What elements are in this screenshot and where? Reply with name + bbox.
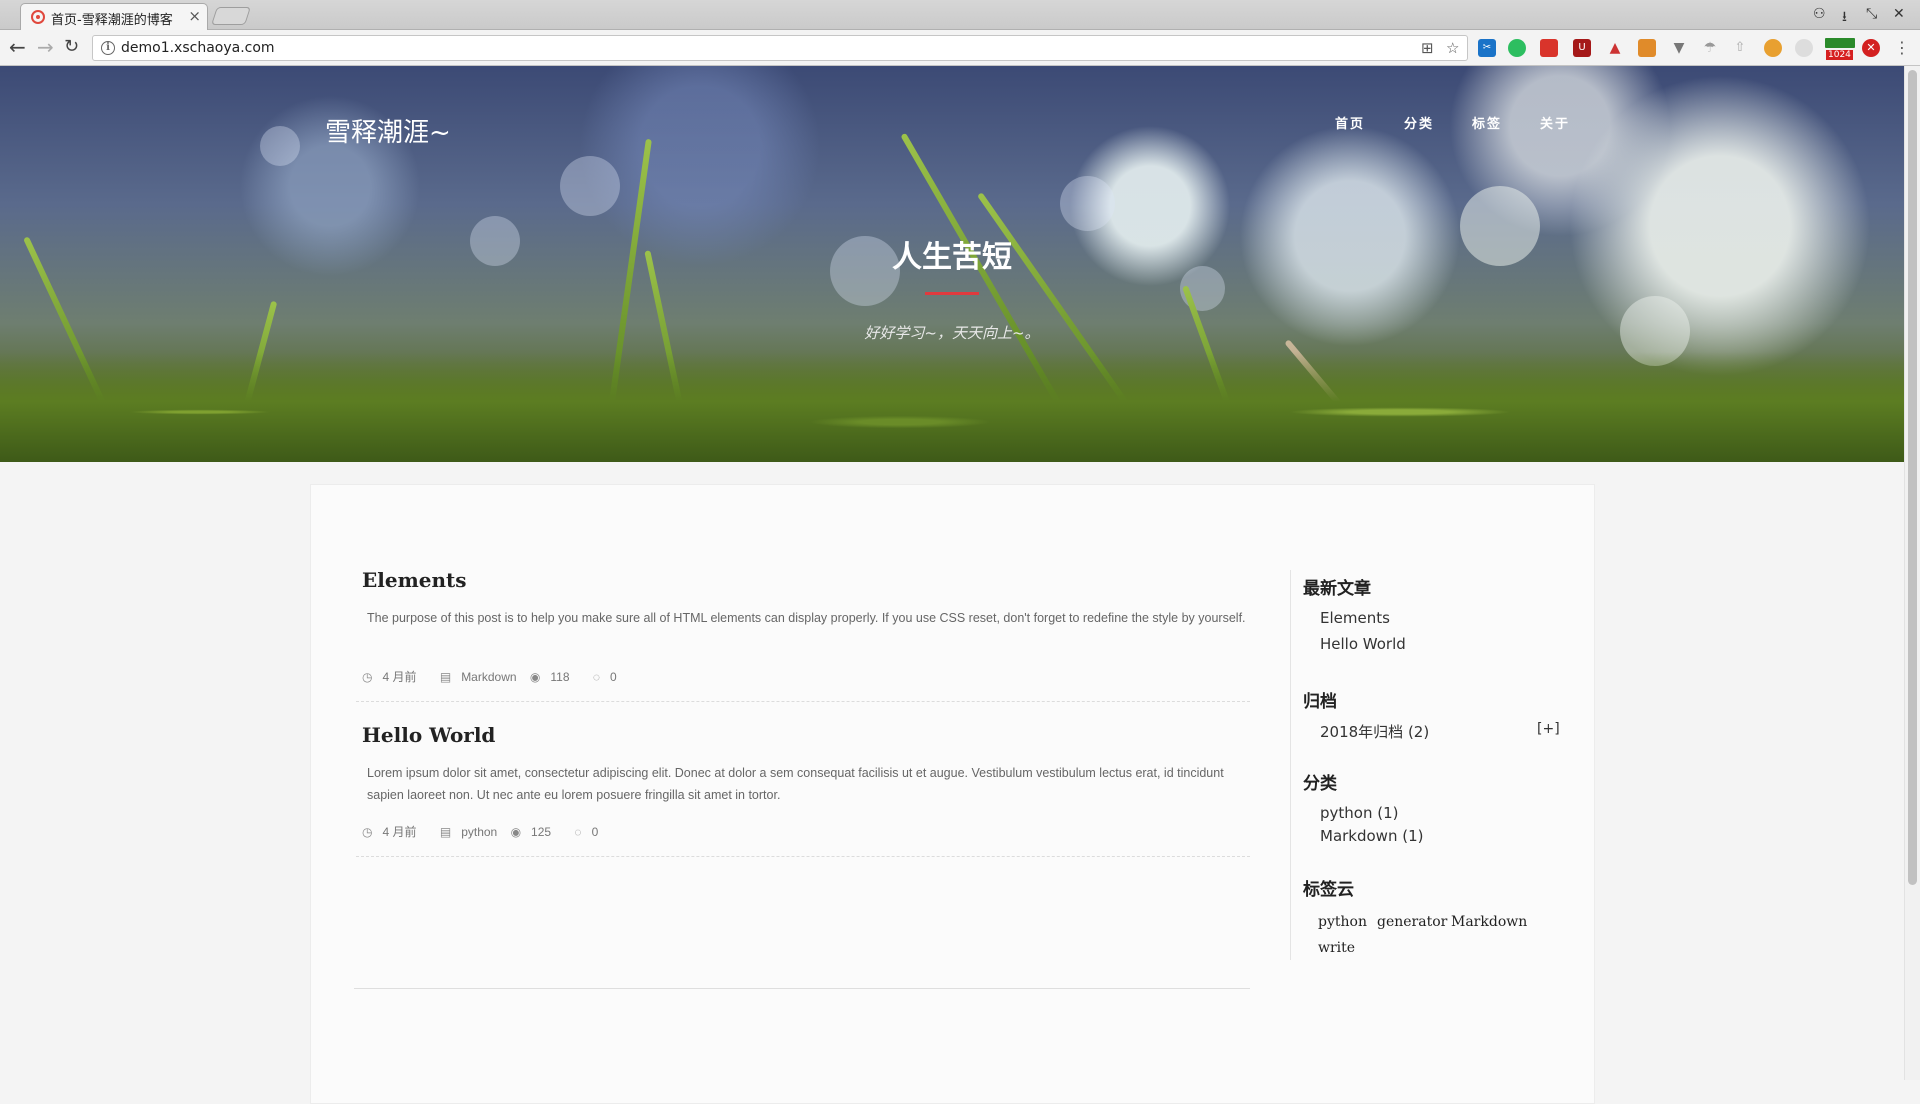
post-comments[interactable]: 0 [592,825,599,839]
reload-icon[interactable]: ↻ [64,36,79,58]
archive-title: 归档 [1303,692,1337,712]
post-date: 4 月前 [382,825,417,839]
post-meta: ◷ 4 月前 ▤ Markdown ◉ 118 ◌ 0 [362,668,637,685]
extension-cookie-icon[interactable] [1764,39,1782,57]
eye-icon: ◉ [510,825,522,839]
recent-post-link[interactable]: Elements [1320,609,1390,627]
categories-title: 分类 [1303,774,1337,794]
url-text: demo1.xschaoya.com [121,40,275,56]
extension-blocker-icon[interactable]: ✕ [1862,39,1880,57]
tab-close-icon[interactable]: × [188,7,201,25]
translate-icon[interactable]: ⊞ [1421,39,1434,57]
post-category[interactable]: Markdown [461,670,516,684]
minimize-icon[interactable]: ⭳ [1842,6,1847,30]
post-category[interactable]: python [461,825,497,839]
bokeh-light [1060,176,1115,231]
comment-icon: ◌ [592,670,600,684]
site-info-icon[interactable]: i [101,41,115,55]
nav-tags[interactable]: 标签 [1472,113,1502,132]
post-separator [356,856,1250,857]
bokeh-light [260,126,300,166]
browser-tab-strip: 首页-雪释潮涯的博客 × ⚇ ⭳ ⤡ ✕ [0,0,1920,30]
post-title[interactable]: Hello World [362,723,495,747]
post-views: 125 [531,825,552,839]
sidebar-divider [1290,570,1291,960]
forward-icon[interactable]: → [37,36,54,58]
hero-divider [925,292,979,295]
nav-home[interactable]: 首页 [1335,113,1365,132]
site-favicon-icon [31,10,45,24]
tag-link[interactable]: write [1318,940,1355,956]
hero-subtitle: 好好学习~，天天向上~。 [864,324,1040,342]
window-close-icon[interactable]: ✕ [1893,6,1905,22]
extension-xmind-icon[interactable]: ✂ [1478,39,1496,57]
nav-categories[interactable]: 分类 [1404,113,1434,132]
extension-counter-icon[interactable] [1825,38,1855,48]
extension-moon-icon[interactable] [1795,39,1813,57]
bokeh-light [560,156,620,216]
post-excerpt: The purpose of this post is to help you … [367,611,1246,625]
post-comments[interactable]: 0 [610,670,617,684]
recent-posts-title: 最新文章 [1303,579,1371,599]
clock-icon: ◷ [362,670,373,684]
tag-link[interactable]: Markdown [1451,914,1527,930]
archive-expand-toggle[interactable]: [+] [1537,721,1560,737]
bookmark-star-icon[interactable]: ☆ [1446,39,1459,57]
folder-icon: ▤ [439,670,452,684]
extension-notes-icon[interactable] [1638,39,1656,57]
new-tab-button[interactable] [211,7,251,25]
post-excerpt: Lorem ipsum dolor sit amet, consectetur … [367,766,1224,802]
extension-pocket-icon[interactable] [1540,39,1558,57]
post-views: 118 [550,670,570,684]
extension-evernote-icon[interactable] [1508,39,1526,57]
page-scrollbar-thumb[interactable] [1908,70,1917,885]
category-link[interactable]: Markdown (1) [1320,827,1423,845]
moss-ground [0,352,1904,462]
browser-toolbar: ← → ↻ i demo1.xschaoya.com ⊞ ☆ ✂ U ▲ ▼ ☂… [0,30,1920,66]
extension-badge: 1024 [1826,50,1853,60]
extension-parachute-icon[interactable]: ☂ [1701,39,1719,57]
user-profile-icon[interactable]: ⚇ [1813,6,1826,22]
post-meta: ◷ 4 月前 ▤ python ◉ 125 ◌ 0 [362,823,618,840]
tag-link[interactable]: generator [1377,914,1447,930]
tab-title: 首页-雪释潮涯的博客 [51,13,173,28]
back-icon[interactable]: ← [9,36,26,58]
extension-pdf-icon[interactable]: ▲ [1606,39,1624,57]
address-bar[interactable]: i demo1.xschaoya.com ⊞ ☆ [92,35,1468,61]
site-title[interactable]: 雪释潮涯~ [325,112,451,149]
post-separator [356,701,1250,702]
extension-upload-icon[interactable]: ⇧ [1731,39,1749,57]
eye-icon: ◉ [529,670,541,684]
browser-tab-active[interactable]: 首页-雪释潮涯的博客 × [20,3,208,30]
post-date: 4 月前 [382,670,417,684]
clock-icon: ◷ [362,825,373,839]
post-title[interactable]: Elements [362,568,467,592]
extension-vue-icon[interactable]: ▼ [1670,39,1688,57]
nav-about[interactable]: 关于 [1540,113,1570,132]
hero-heading: 人生苦短 [892,240,1012,275]
archive-link[interactable]: 2018年归档 (2) [1320,721,1429,742]
folder-icon: ▤ [439,825,452,839]
tag-cloud-title: 标签云 [1303,880,1354,900]
recent-post-link[interactable]: Hello World [1320,635,1406,653]
category-link[interactable]: python (1) [1320,804,1399,822]
restore-icon[interactable]: ⤡ [1866,6,1877,22]
comment-icon: ◌ [574,825,582,839]
tag-link[interactable]: python [1318,914,1367,930]
main-bottom-divider [354,988,1250,989]
browser-menu-icon[interactable]: ⋮ [1893,39,1911,57]
extension-ublock-icon[interactable]: U [1573,39,1591,57]
